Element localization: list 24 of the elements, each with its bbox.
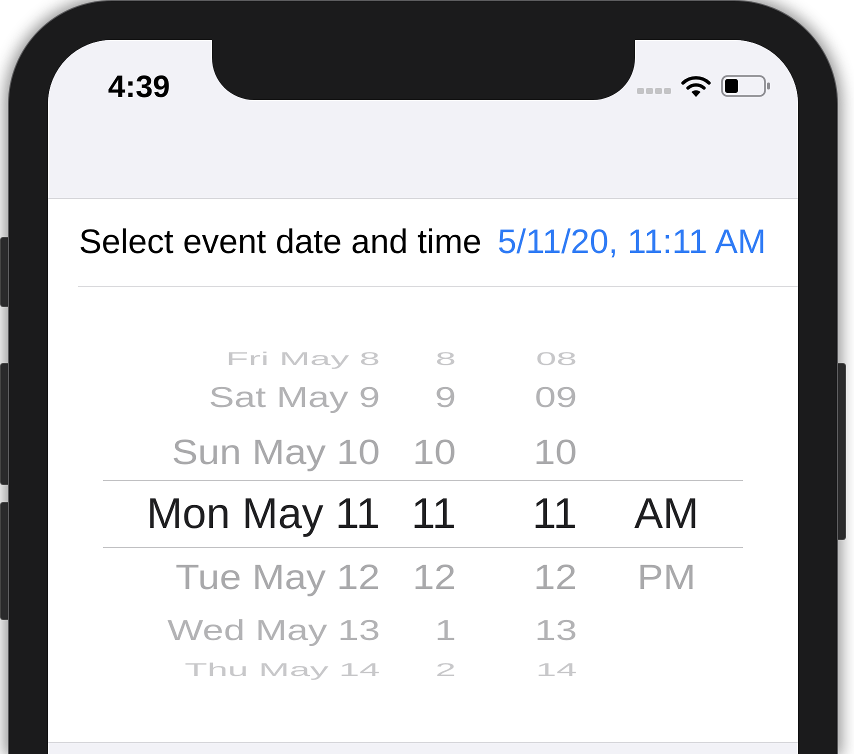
datetime-value[interactable]: 5/11/20, 11:11 AM [498, 223, 766, 262]
period-wheel-item[interactable]: AM [634, 492, 699, 536]
hour-wheel-item[interactable]: 9 [434, 384, 456, 412]
date-wheel-item[interactable]: Wed May 13 [167, 616, 380, 646]
date-wheel-item[interactable]: Sun May 10 [172, 434, 380, 470]
minute-wheel-item[interactable]: 12 [534, 559, 577, 595]
status-time: 4:39 [108, 70, 170, 102]
battery-icon [721, 75, 770, 97]
event-datetime-label: Select event date and time [79, 223, 482, 262]
minute-wheel-item[interactable]: 10 [534, 434, 577, 470]
hour-wheel-item[interactable]: 11 [411, 492, 456, 536]
date-wheel-item[interactable]: Sat May 9 [208, 384, 380, 412]
period-wheel-item[interactable]: PM [637, 559, 696, 595]
hour-wheel-item[interactable]: 1 [434, 616, 456, 646]
minute-wheel-item[interactable]: 11 [532, 492, 577, 536]
minute-wheel-item[interactable]: 13 [534, 616, 577, 646]
wifi-icon [681, 75, 711, 97]
date-wheel-item[interactable]: Tue May 12 [176, 559, 380, 595]
minute-wheel-item[interactable]: 09 [534, 384, 577, 412]
signal-icon [637, 88, 671, 94]
date-wheel-item[interactable]: Mon May 11 [146, 492, 380, 536]
hour-wheel-item[interactable]: 12 [412, 559, 456, 595]
phone-side-key [0, 237, 8, 307]
hour-wheel-item[interactable]: 10 [412, 434, 456, 470]
